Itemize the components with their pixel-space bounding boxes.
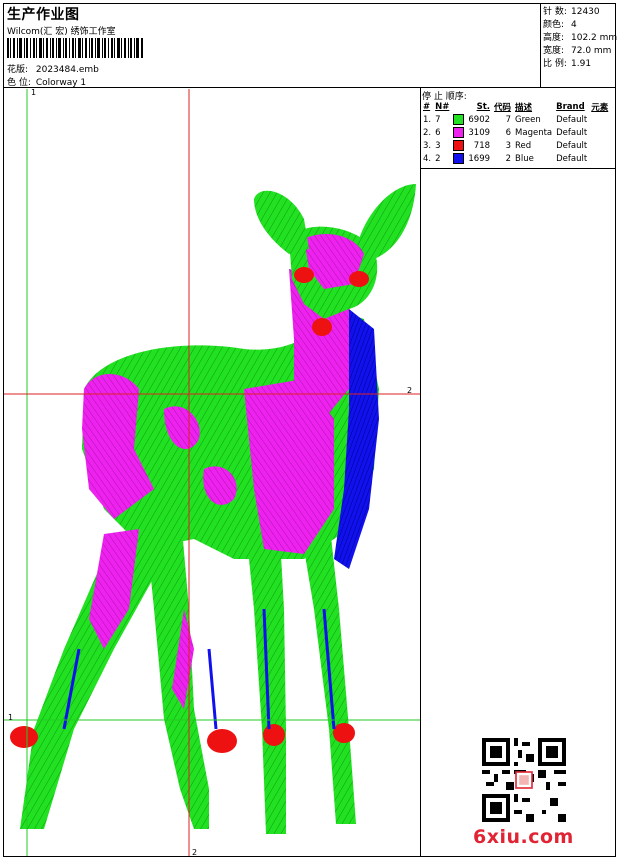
stat-row: 针 数: 12430 bbox=[543, 7, 600, 17]
row-brand: Default bbox=[556, 153, 588, 164]
table-row: 3. 3 718 3 Red Default bbox=[421, 139, 610, 152]
col-code: 代码 bbox=[494, 103, 512, 113]
stat-row: 高度: 102.2 mm bbox=[543, 33, 618, 43]
guide-label-h2: 2 bbox=[407, 386, 413, 395]
row-code: 3 bbox=[505, 140, 512, 151]
order-divider bbox=[420, 168, 616, 169]
guide-label-v2: 2 bbox=[192, 848, 198, 857]
col-needle: N# bbox=[435, 102, 450, 112]
watermark: 6xiu.com bbox=[473, 826, 574, 848]
table-row: 2. 6 3109 6 Magenta Default bbox=[421, 126, 610, 139]
row-index: 3. bbox=[423, 140, 432, 151]
row-index: 4. bbox=[423, 153, 432, 164]
row-code: 2 bbox=[505, 153, 512, 164]
row-needle: 2 bbox=[435, 153, 441, 164]
row-swatch bbox=[451, 126, 466, 139]
company-name: Wilcom(汇 宏) 绣饰工作室 bbox=[7, 27, 116, 37]
row-index: 1. bbox=[423, 114, 432, 125]
color-swatch bbox=[453, 140, 465, 151]
color-swatch bbox=[453, 127, 465, 138]
row-desc: Red bbox=[515, 140, 532, 151]
col-swatch bbox=[451, 101, 466, 113]
row-desc: Blue bbox=[515, 153, 534, 164]
row-stitches: 3109 bbox=[468, 127, 491, 138]
col-stitches: St. bbox=[476, 102, 491, 112]
row-brand: Default bbox=[556, 114, 588, 125]
col-element: 元素 bbox=[591, 103, 609, 113]
embroidery-design-canvas bbox=[4, 89, 420, 856]
row-index: 2. bbox=[423, 127, 432, 138]
row-code: 7 bbox=[505, 114, 512, 125]
row-code: 6 bbox=[505, 127, 512, 138]
row-needle: 7 bbox=[435, 114, 441, 125]
table-row: 4. 2 1699 2 Blue Default bbox=[421, 152, 610, 165]
row-swatch bbox=[451, 113, 466, 126]
row-swatch bbox=[451, 139, 466, 152]
stat-row: 宽度: 72.0 mm bbox=[543, 46, 612, 56]
table-row: 1. 7 6902 7 Green Default bbox=[421, 113, 610, 126]
design-file-row: 花版: 2023484.emb bbox=[7, 62, 99, 75]
guide-label-h1: 1 bbox=[8, 713, 14, 722]
row-needle: 6 bbox=[435, 127, 441, 138]
row-swatch bbox=[451, 152, 466, 165]
stop-order-table: # N# St. 代码 描述 Brand 元素 1. 7 6902 7 Green Def… bbox=[421, 101, 610, 165]
row-desc: Magenta bbox=[515, 127, 553, 138]
table-header-row: # N# St. 代码 描述 Brand 元素 bbox=[421, 101, 610, 113]
row-brand: Default bbox=[556, 127, 588, 138]
row-desc: Green bbox=[515, 114, 541, 125]
row-stitches: 6902 bbox=[468, 114, 491, 125]
stat-row: 颜色: 4 bbox=[543, 20, 577, 30]
qr-code bbox=[482, 738, 566, 822]
stats-divider bbox=[540, 4, 541, 87]
col-index: # bbox=[423, 102, 431, 112]
row-stitches: 718 bbox=[473, 140, 491, 151]
design-file-value: 2023484.emb bbox=[35, 65, 99, 75]
page-title: 生产作业图 bbox=[7, 7, 80, 23]
col-desc: 描述 bbox=[515, 103, 533, 113]
guide-label-v1: 1 bbox=[31, 88, 37, 97]
row-needle: 3 bbox=[435, 140, 441, 151]
stat-row: 比 例: 1.91 bbox=[543, 59, 592, 69]
panel-divider bbox=[420, 88, 421, 856]
header-divider bbox=[4, 87, 616, 88]
color-swatch bbox=[453, 153, 465, 164]
design-file-label: 花版: bbox=[7, 65, 29, 75]
stats-panel: 针 数: 12430 颜色: 4 高度: 102.2 mm 宽度: 72.0 mm 比 … bbox=[543, 6, 617, 71]
row-brand: Default bbox=[556, 140, 588, 151]
barcode bbox=[7, 38, 143, 58]
deer-figure bbox=[10, 184, 416, 834]
color-swatch bbox=[453, 114, 465, 125]
row-stitches: 1699 bbox=[468, 153, 491, 164]
col-brand: Brand bbox=[556, 102, 585, 112]
